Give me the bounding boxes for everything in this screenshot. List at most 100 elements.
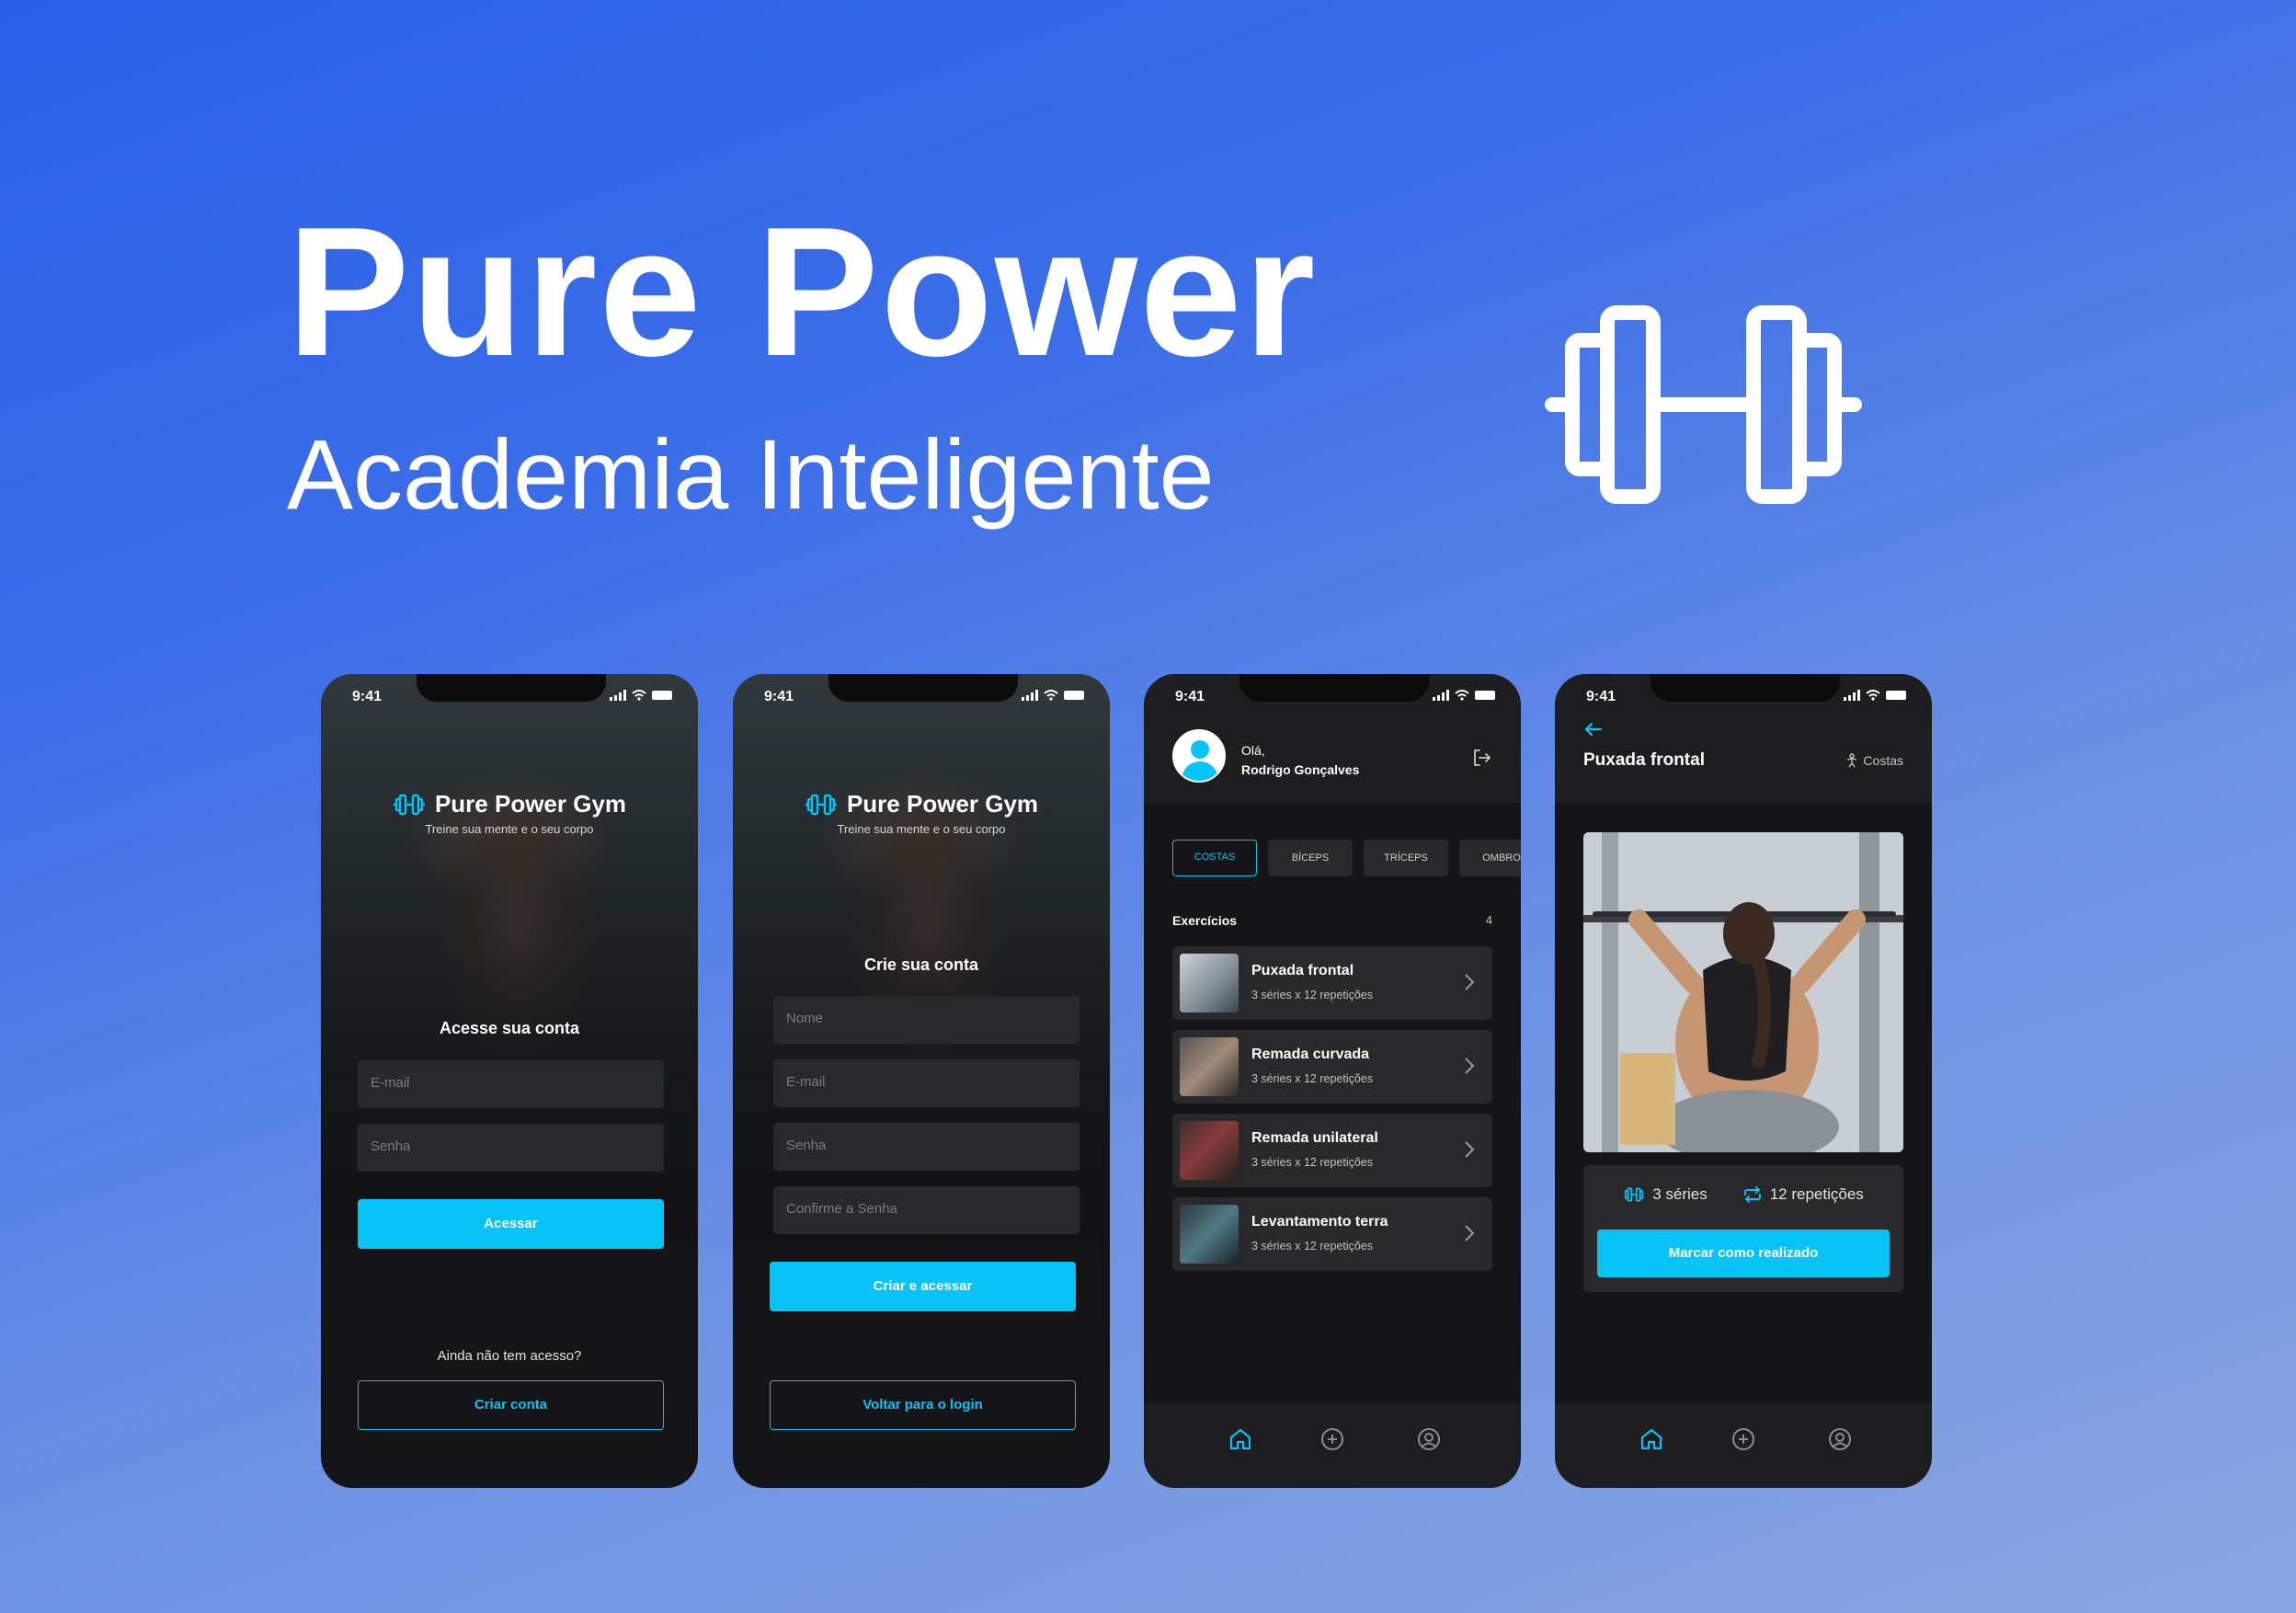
- exercise-card[interactable]: Levantamento terra 3 séries x 12 repetiç…: [1172, 1197, 1492, 1271]
- gym-background-image: [321, 674, 698, 1263]
- exercise-photo: [1583, 832, 1903, 1152]
- repeat-icon: [1743, 1186, 1761, 1203]
- profile-icon[interactable]: [1826, 1425, 1854, 1453]
- chevron-right-icon: [1465, 1141, 1475, 1158]
- muscle-group-tabs: COSTAS BÍCEPS TRÍCEPS OMBRO: [1172, 840, 1521, 876]
- dumbbell-icon: [1624, 1187, 1644, 1202]
- brand-name: Pure Power Gym: [846, 790, 1039, 818]
- logout-icon[interactable]: [1471, 748, 1491, 768]
- status-bar: 9:41: [733, 683, 1110, 711]
- add-icon[interactable]: [1730, 1425, 1757, 1453]
- reps-info: 12 repetições: [1742, 1185, 1864, 1204]
- dumbbell-icon: [805, 794, 837, 815]
- greeting: Olá, Rodrigo Gonçalves: [1241, 741, 1359, 780]
- reps-text: 12 repetições: [1769, 1185, 1864, 1203]
- list-count: 4: [1485, 913, 1492, 927]
- status-time: 9:41: [1175, 689, 1205, 704]
- exercise-thumbnail: [1180, 1121, 1239, 1180]
- tab-biceps[interactable]: BÍCEPS: [1268, 840, 1353, 876]
- status-bar: 9:41: [1555, 683, 1932, 711]
- greeting-text: Olá,: [1241, 743, 1265, 758]
- tab-triceps[interactable]: TRÍCEPS: [1364, 840, 1448, 876]
- home-icon[interactable]: [1227, 1425, 1254, 1453]
- login-button[interactable]: Acessar: [358, 1199, 664, 1249]
- chevron-right-icon: [1465, 1058, 1475, 1074]
- arrow-left-icon[interactable]: [1582, 718, 1605, 740]
- signal-icon: [1433, 690, 1449, 701]
- signup-screen: 9:41 Pure Power Gym Treine sua mente e o…: [733, 674, 1110, 1488]
- create-and-access-button[interactable]: Criar e acessar: [770, 1262, 1076, 1311]
- add-icon[interactable]: [1319, 1425, 1346, 1453]
- back-to-login-button[interactable]: Voltar para o login: [770, 1380, 1076, 1430]
- battery-icon: [1886, 691, 1906, 700]
- series-text: 3 séries: [1652, 1185, 1708, 1203]
- wifi-icon: [1455, 690, 1469, 701]
- exercise-meta: 3 séries x 12 repetições: [1251, 989, 1374, 1001]
- user-avatar[interactable]: [1172, 729, 1226, 783]
- no-account-text: Ainda não tem acesso?: [437, 1348, 582, 1364]
- status-bar: 9:41: [1144, 683, 1521, 711]
- exercise-illustration: [1583, 832, 1903, 1152]
- mark-done-button[interactable]: Marcar como realizado: [1597, 1230, 1890, 1277]
- exercise-meta: 3 séries x 12 repetições: [1251, 1072, 1374, 1085]
- profile-icon[interactable]: [1415, 1425, 1443, 1453]
- signup-heading: Crie sua conta: [863, 955, 979, 974]
- brand-header: Pure Power Gym Treine sua mente e o seu …: [733, 790, 1110, 836]
- exercise-list-header: Exercícios 4: [1172, 913, 1492, 928]
- status-time: 9:41: [764, 689, 794, 704]
- muscle-group-text: Costas: [1863, 753, 1903, 768]
- email-field[interactable]: E-mail: [773, 1059, 1079, 1107]
- home-screen: 9:41 Olá, Rodrigo Gonçalves COSTAS BÍCEP…: [1144, 674, 1521, 1488]
- exercise-name: Remada unilateral: [1251, 1130, 1378, 1146]
- chevron-right-icon: [1465, 1225, 1475, 1241]
- bottom-tab-bar: [1144, 1403, 1521, 1488]
- login-screen: 9:41 Pure Power Gym Treine sua mente e o…: [321, 674, 698, 1488]
- exercise-name: Remada curvada: [1251, 1047, 1370, 1062]
- exercise-meta: 3 séries x 12 repetições: [1251, 1156, 1374, 1169]
- body-icon: [1847, 753, 1857, 768]
- series-info: 3 séries: [1623, 1185, 1708, 1204]
- user-name: Rodrigo Gonçalves: [1241, 762, 1360, 777]
- hero-title: Pure Power: [287, 189, 1318, 395]
- exercise-name: Levantamento terra: [1251, 1214, 1388, 1230]
- exercise-thumbnail: [1180, 1205, 1239, 1264]
- name-field[interactable]: Nome: [773, 996, 1079, 1044]
- exercise-info-card: 3 séries 12 repetições Marcar como reali…: [1583, 1165, 1903, 1292]
- tab-ombro[interactable]: OMBRO: [1459, 840, 1521, 876]
- email-field[interactable]: E-mail: [358, 1060, 664, 1108]
- login-heading: Acesse sua conta: [439, 1019, 580, 1037]
- password-field[interactable]: Senha: [358, 1124, 664, 1172]
- battery-icon: [1475, 691, 1495, 700]
- exercise-thumbnail: [1180, 1037, 1239, 1096]
- wifi-icon: [1866, 690, 1880, 701]
- exercise-meta: 3 séries x 12 repetições: [1251, 1240, 1374, 1253]
- brand-name: Pure Power Gym: [434, 790, 627, 818]
- exercise-card[interactable]: Remada curvada 3 séries x 12 repetições: [1172, 1030, 1492, 1104]
- confirm-password-field[interactable]: Confirme a Senha: [773, 1186, 1079, 1234]
- home-icon[interactable]: [1638, 1425, 1665, 1453]
- create-account-button[interactable]: Criar conta: [358, 1380, 664, 1430]
- status-time: 9:41: [352, 689, 383, 704]
- tab-costas[interactable]: COSTAS: [1172, 840, 1257, 876]
- exercise-detail-screen: 9:41 Puxada frontal Costas 3 séries 12 r…: [1555, 674, 1932, 1488]
- exercise-thumbnail: [1180, 954, 1239, 1012]
- signal-icon: [1844, 690, 1860, 701]
- exercise-card[interactable]: Remada unilateral 3 séries x 12 repetiçõ…: [1172, 1114, 1492, 1187]
- signal-icon: [610, 690, 626, 701]
- wifi-icon: [1044, 690, 1058, 701]
- status-time: 9:41: [1586, 689, 1616, 704]
- list-title: Exercícios: [1172, 913, 1238, 928]
- status-bar: 9:41: [321, 683, 698, 711]
- exercise-card[interactable]: Puxada frontal 3 séries x 12 repetições: [1172, 946, 1492, 1020]
- brand-header: Pure Power Gym Treine sua mente e o seu …: [321, 790, 698, 836]
- brand-tagline: Treine sua mente e o seu corpo: [425, 821, 594, 836]
- chevron-right-icon: [1465, 974, 1475, 990]
- dumbbell-logo-icon: [1545, 305, 1862, 504]
- exercise-name: Puxada frontal: [1251, 963, 1354, 978]
- signal-icon: [1022, 690, 1038, 701]
- wifi-icon: [632, 690, 646, 701]
- bottom-tab-bar: [1555, 1403, 1932, 1488]
- muscle-group-label: Costas: [1845, 753, 1903, 768]
- battery-icon: [1064, 691, 1084, 700]
- password-field[interactable]: Senha: [773, 1123, 1079, 1171]
